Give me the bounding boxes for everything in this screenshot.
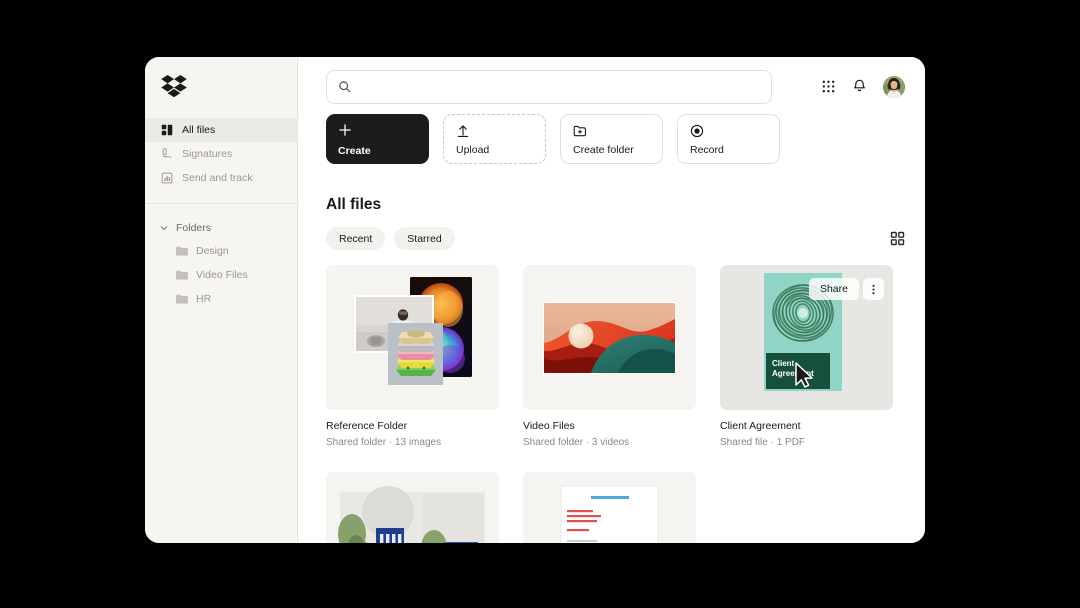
file-thumbnail: [326, 265, 499, 410]
sidebar-folder-hr[interactable]: HR: [145, 287, 297, 311]
chip-starred[interactable]: Starred: [394, 227, 455, 250]
chip-label: Recent: [339, 232, 373, 245]
sidebar-item-label: Signatures: [182, 148, 233, 160]
action-buttons: Create Upload Create folder Record: [298, 114, 925, 164]
apps-grid-icon[interactable]: [821, 79, 836, 94]
sidebar-item-label: All files: [182, 124, 216, 136]
upload-arrow-icon: [457, 125, 469, 137]
photo-collage-thumbnail: [354, 277, 472, 385]
page-title: All files: [326, 196, 382, 213]
share-button[interactable]: Share: [808, 278, 859, 300]
top-bar: [298, 57, 925, 116]
create-folder-button-label: Create folder: [573, 144, 634, 156]
dropbox-window: All files Signatures Send and track Fold…: [145, 57, 925, 543]
all-files-icon: [161, 124, 173, 136]
search-input[interactable]: [359, 80, 760, 93]
file-card-reference-folder[interactable]: Reference Folder Shared folder · 13 imag…: [326, 265, 499, 448]
file-card-video-files[interactable]: Video Files Shared folder · 3 videos: [523, 265, 696, 448]
file-thumbnail: [523, 265, 696, 410]
create-folder-button[interactable]: Create folder: [560, 114, 663, 164]
sidebar-folder-label: HR: [196, 293, 212, 305]
send-and-track-icon: [161, 172, 173, 184]
share-button-label: Share: [819, 283, 848, 295]
top-bar-icons: [821, 75, 905, 98]
file-thumbnail: Client Agreement Share: [720, 265, 893, 410]
signature-pen-icon: [162, 148, 172, 159]
file-card-name: Client Agreement: [720, 420, 801, 432]
sidebar-nav: All files Signatures Send and track: [145, 118, 297, 190]
folder-icon: [176, 246, 188, 256]
main-content: Create Upload Create folder Record All f…: [298, 57, 925, 543]
more-vertical-icon: [872, 284, 875, 294]
file-card-name: Video Files: [523, 420, 575, 432]
upload-button-label: Upload: [456, 144, 490, 156]
bell-icon[interactable]: [852, 79, 867, 94]
folder-plus-icon: [573, 125, 586, 137]
card-hover-overlay: Share: [808, 278, 884, 300]
sidebar-section-label: Folders: [176, 222, 212, 234]
file-card-meta: Shared folder · 3 videos: [523, 437, 630, 448]
file-card-meta: Shared folder · 13 images: [326, 437, 442, 448]
avatar[interactable]: [883, 75, 905, 98]
file-card-architecture[interactable]: [326, 472, 499, 543]
grid-view-icon[interactable]: [890, 231, 905, 246]
sidebar-folder-video-files[interactable]: Video Files: [145, 263, 297, 287]
file-grid: Reference Folder Shared folder · 13 imag…: [298, 265, 925, 543]
file-card-client-agreement[interactable]: Client Agreement Share Client Agreement …: [720, 265, 893, 448]
search-box[interactable]: [326, 69, 772, 104]
file-card-document[interactable]: [523, 472, 696, 543]
folder-icon: [176, 294, 188, 304]
create-button-label: Create: [338, 145, 371, 157]
plus-icon: [339, 124, 351, 136]
chip-label: Starred: [407, 232, 442, 245]
architecture-photo-thumbnail: [338, 486, 485, 543]
card-menu-button[interactable]: [863, 278, 884, 300]
file-thumbnail: [523, 472, 696, 543]
folder-icon: [176, 270, 188, 280]
sidebar-divider: [145, 203, 297, 204]
document-page-thumbnail: [560, 485, 659, 543]
chip-recent[interactable]: Recent: [326, 227, 386, 250]
file-card-name: Reference Folder: [326, 420, 408, 432]
file-card-meta: Shared file · 1 PDF: [720, 437, 806, 448]
record-circle-icon: [690, 124, 704, 138]
sidebar-item-send-and-track[interactable]: Send and track: [145, 166, 297, 190]
file-thumbnail: [326, 472, 499, 543]
abstract-landscape-thumbnail: [543, 302, 676, 374]
record-button-label: Record: [690, 144, 724, 156]
sidebar: All files Signatures Send and track Fold…: [145, 57, 298, 543]
dropbox-logo: [161, 74, 187, 97]
avatar-photo: [883, 75, 905, 98]
upload-button[interactable]: Upload: [443, 114, 546, 164]
sidebar-item-label: Send and track: [182, 172, 253, 184]
filter-chips: Recent Starred: [298, 227, 925, 250]
sidebar-folder-label: Video Files: [196, 269, 248, 281]
sidebar-folder-label: Design: [196, 245, 229, 257]
sidebar-section-folders[interactable]: Folders: [145, 217, 297, 239]
chevron-down-icon: [160, 226, 168, 231]
sidebar-folder-design[interactable]: Design: [145, 239, 297, 263]
search-icon: [339, 81, 351, 93]
svg-text:Client: Client: [772, 359, 795, 368]
create-button[interactable]: Create: [326, 114, 429, 164]
sidebar-item-all-files[interactable]: All files: [145, 118, 297, 142]
sidebar-item-signatures[interactable]: Signatures: [145, 142, 297, 166]
record-button[interactable]: Record: [677, 114, 780, 164]
dropbox-logo-link[interactable]: [145, 57, 297, 116]
